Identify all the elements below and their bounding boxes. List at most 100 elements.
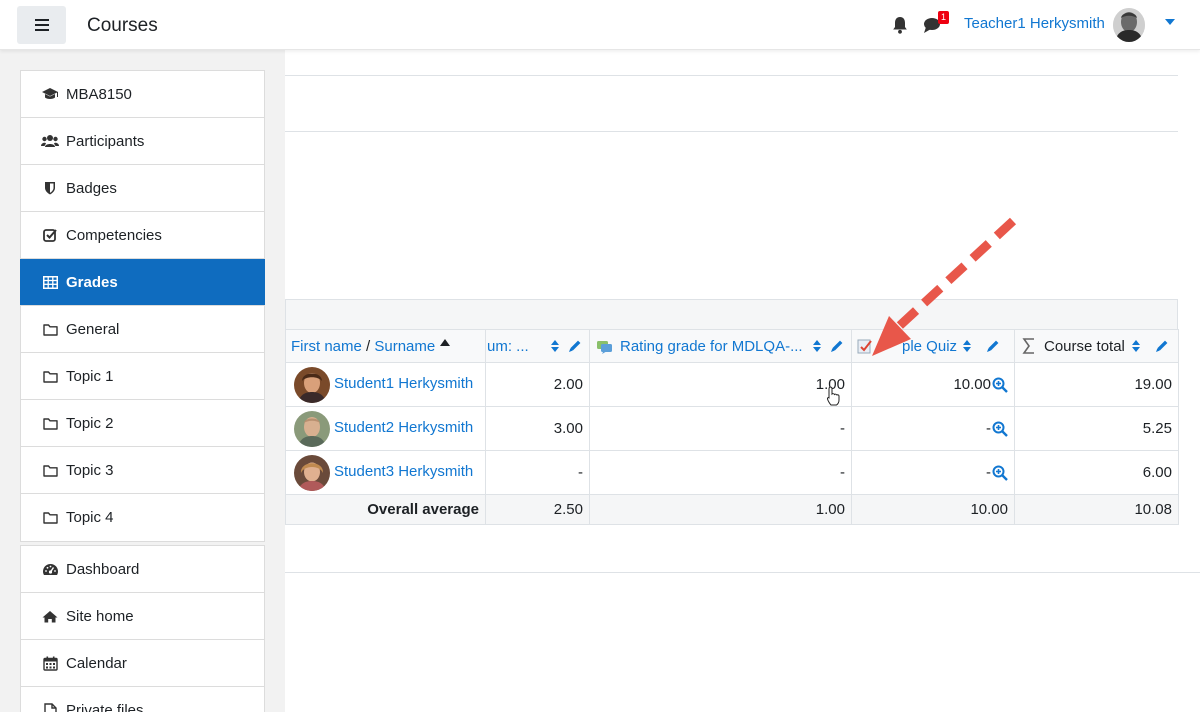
grade-value: - [986,464,991,481]
grade-cell[interactable]: 2.00 [485,362,590,407]
quiz-grade-cell[interactable]: - [852,464,1014,481]
column-header-rating-link[interactable]: Rating grade for MDLQA-... [620,338,803,355]
nav-item-label: Site home [66,607,134,625]
sort-surname-link[interactable]: Surname [374,338,435,355]
edit-pencil-icon[interactable] [568,339,582,353]
sort-icon[interactable] [1131,339,1141,353]
check-square-icon [41,227,59,243]
shield-icon [41,180,59,196]
average-cell: 1.00 [589,494,852,525]
table-row: Student3 Herkysmith - - - 6.00 [285,450,1179,495]
nav-item-course[interactable]: MBA8150 [21,71,264,118]
nav-item-general[interactable]: General [21,306,264,353]
column-header-forum-link[interactable]: um: ... [487,338,529,355]
bell-icon[interactable] [892,16,908,34]
column-header-forum: um: ... [486,338,589,355]
edit-pencil-icon[interactable] [986,339,1000,353]
nav-item-label: Competencies [66,226,162,244]
user-avatar[interactable] [1113,8,1145,42]
column-header-course-total-label: Course total [1044,337,1125,355]
quiz-grade-cell[interactable]: 10.00 [852,376,1014,393]
grade-value: - [986,420,991,437]
nav-item-topic-4[interactable]: Topic 4 [21,494,264,541]
average-cell: 2.50 [485,494,590,525]
site-brand[interactable]: Courses [87,15,158,37]
sigma-icon [1022,338,1034,354]
column-header-course-total: Course total [1015,338,1178,355]
edit-pencil-icon[interactable] [1155,339,1169,353]
grade-cell[interactable]: 3.00 [485,406,590,451]
sort-icon[interactable] [962,339,972,353]
overall-average-label: Overall average [285,494,486,525]
forum-activity-icon [597,340,612,354]
zoom-in-icon[interactable] [992,465,1008,481]
user-photo [1113,8,1145,42]
top-navbar: Courses 1 Teacher1 Herkysmith [0,0,1200,50]
sort-icon[interactable] [812,339,822,353]
nav-item-label: Dashboard [66,560,140,578]
nav-item-topic-2[interactable]: Topic 2 [21,400,264,447]
nav-item-private-files[interactable]: Private files [21,687,264,712]
average-cell: 10.08 [1014,494,1179,525]
overall-average-row: Overall average 2.50 1.00 10.00 10.08 [285,494,1179,525]
nav-item-competencies[interactable]: Competencies [21,212,264,259]
quiz-activity-icon [857,339,872,354]
student-avatar[interactable] [294,366,330,403]
column-header-quiz-link[interactable]: ple Quiz [902,338,957,355]
zoom-in-icon[interactable] [992,421,1008,437]
grader-report-table: First name / Surname um: ... Rating grad… [285,329,1179,525]
course-nav-list: MBA8150 Participants Badges Competencies… [20,70,265,542]
grade-cell[interactable]: 1.00 [589,362,852,407]
column-header-rating: Rating grade for MDLQA-... [590,338,851,355]
course-total-cell: 6.00 [1014,450,1179,495]
grade-cell[interactable]: - [485,450,590,495]
divider [285,75,1178,76]
student-avatar[interactable] [294,410,330,447]
nav-item-label: Badges [66,179,117,197]
average-cell: 10.00 [851,494,1015,525]
edit-pencil-icon[interactable] [830,339,844,353]
grade-value: 10.00 [953,376,991,393]
nav-item-participants[interactable]: Participants [21,118,264,165]
calendar-icon [41,655,59,671]
dashboard-icon [41,561,59,577]
nav-item-grades[interactable]: Grades [20,259,265,306]
student-avatar[interactable] [294,454,330,491]
nav-item-topic-1[interactable]: Topic 1 [21,353,264,400]
student-name-link[interactable]: Student1 Herkysmith [334,375,473,392]
student-name-link[interactable]: Student2 Herkysmith [334,419,473,436]
divider [285,572,1200,573]
grade-cell[interactable]: - [589,406,852,451]
drawer-toggle-button[interactable] [17,6,66,44]
course-total-cell: 19.00 [1014,362,1179,407]
student-name-link[interactable]: Student3 Herkysmith [334,463,473,480]
user-menu-caret-icon[interactable] [1165,19,1175,25]
nav-item-label: Calendar [66,654,127,672]
sort-first-name-link[interactable]: First name [291,338,362,355]
user-menu-name[interactable]: Teacher1 Herkysmith [964,15,1105,32]
quiz-grade-cell[interactable]: - [852,420,1014,437]
nav-item-topic-3[interactable]: Topic 3 [21,447,264,494]
column-header-quiz: ple Quiz [852,338,1014,355]
nav-item-label: General [66,320,120,338]
divider [285,131,1178,132]
zoom-in-icon[interactable] [992,377,1008,393]
nav-item-badges[interactable]: Badges [21,165,264,212]
table-row: Student1 Herkysmith 2.00 1.00 10.00 19.0… [285,362,1179,407]
student-cell: Student3 Herkysmith [286,454,485,491]
site-nav-list: Dashboard Site home Calendar Private fil… [20,545,265,712]
file-icon [41,703,59,712]
nav-item-dashboard[interactable]: Dashboard [21,546,264,593]
nav-item-calendar[interactable]: Calendar [21,640,264,687]
sort-icon[interactable] [550,339,560,353]
messages-count-badge: 1 [938,11,949,24]
menu-icon [34,19,49,31]
nav-item-site-home[interactable]: Site home [21,593,264,640]
grader-report-region: First name / Surname um: ... Rating grad… [285,50,1200,712]
nav-item-label: Topic 1 [66,367,114,385]
folder-icon [41,510,59,526]
nav-item-label: Topic 3 [66,461,114,479]
home-icon [41,608,59,624]
category-header-row [285,299,1178,329]
grade-cell[interactable]: - [589,450,852,495]
